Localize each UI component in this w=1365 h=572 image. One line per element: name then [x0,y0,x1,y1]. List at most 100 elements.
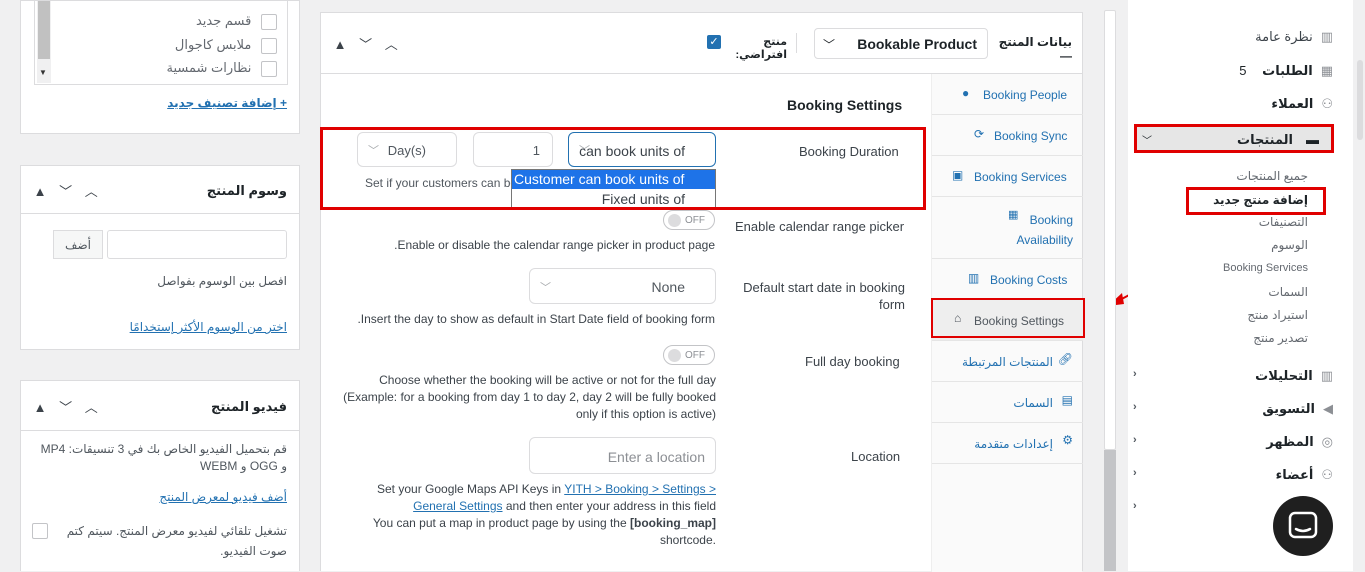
chevron-up-icon[interactable]: ︿ [80,397,102,416]
shortcode: [booking_map] [630,516,716,530]
category-label: نظارات شمسية [166,60,252,75]
admin-menu-scrollbar[interactable] [1355,0,1365,150]
location-input[interactable]: Enter a location [529,437,716,474]
move-up-icon[interactable]: ▲ [29,184,51,199]
product-type-value: Bookable Product [857,36,977,52]
submenu-add-new[interactable]: إضافة منتج جديد [1213,193,1308,207]
menu-label: المظهر [1266,434,1314,449]
move-up-icon[interactable]: ▲ [29,400,51,415]
virtual-label: منتج افتراضي: [735,36,788,61]
chevron-left-icon: ‹ [1133,368,1137,380]
submenu-tags[interactable]: الوسوم [1271,238,1308,252]
submenu-export[interactable]: تصدير منتج [1253,331,1308,345]
menu-marketing[interactable]: ◀ التسويق ‹ [1133,401,1333,417]
menu-label: التحليلات [1255,368,1313,383]
submenu-attributes[interactable]: السمات [1268,285,1308,299]
category-item[interactable]: نظارات شمسية [77,60,277,78]
admin-scrollbar[interactable] [1104,10,1116,450]
category-checkbox[interactable] [261,60,277,77]
tab-attributes[interactable]: ▤ السمات [932,382,1083,423]
grid-icon: ▦ [1320,63,1333,78]
menu-orders[interactable]: ▦ الطلبات 5 [1143,63,1333,79]
chevron-down-icon: ﹀ [1142,136,1152,147]
help-text: You can put a map in product page by usi… [372,516,627,530]
submenu-all-products[interactable]: جميع المنتجات [1236,169,1308,183]
calendar-range-help: Enable or disable the calendar range pic… [394,238,715,252]
tags-hint: افصل بين الوسوم بفواصل [157,274,287,288]
bar-chart-icon: ▥ [968,271,980,285]
tab-booking-availability[interactable]: ▦ Booking Availability [932,197,1083,259]
tags-input[interactable] [107,230,287,259]
orders-count-badge: 5 [1239,63,1247,78]
product-data-header: ▲ ﹀ ︿ ✓ منتج افتراضي: ﹀ Bookable Product… [321,13,1082,74]
category-item[interactable]: ملابس كاجوال [77,37,277,55]
menu-appearance[interactable]: ◎ المظهر ‹ [1133,434,1333,450]
booking-settings-title: Booking Settings [787,97,903,113]
menu-members[interactable]: ⚇ أعضاء ‹ [1133,467,1333,483]
video-desc: قم بتحميل الفيديو الخاص بك في 3 تنسيقات:… [40,442,287,473]
tab-booking-people[interactable]: ● Booking People [932,74,1083,115]
menu-label: نظرة عامة [1255,29,1313,44]
product-type-select[interactable]: ﹀ Bookable Product [814,28,988,59]
product-data-label: بيانات المنتج — [998,35,1072,63]
tab-linked-products[interactable]: 🔗︎ المنتجات المرتبطة [932,341,1083,382]
tab-label: Booking Costs [990,273,1068,287]
default-start-value: None [651,279,685,295]
calendar-range-label: Enable calendar range picker [735,219,905,234]
add-video-link[interactable]: أضف فيديو لمعرض المنتج [159,490,287,504]
product-data-panel: ▲ ﹀ ︿ ✓ منتج افتراضي: ﹀ Bookable Product… [320,12,1083,572]
panel-controls: ▲ ﹀ ︿ [29,181,102,200]
category-item[interactable]: قسم جديد [77,13,277,31]
link-icon: 🔗︎ [1057,352,1073,366]
autoplay-option[interactable]: تشغيل تلقائي لفيديو معرض المنتج. سيتم كت… [32,521,287,561]
chevron-down-icon[interactable]: ﹀ [355,34,377,53]
autoplay-checkbox[interactable] [32,523,48,539]
location-placeholder: Enter a location [607,449,705,465]
tab-booking-costs[interactable]: ▥ Booking Costs [932,259,1083,300]
person-icon: ● [962,86,970,100]
tab-booking-sync[interactable]: ⟳ Booking Sync [932,115,1083,156]
chevron-up-icon[interactable]: ︿ [380,34,402,53]
chat-launcher-button[interactable] [1273,496,1333,556]
default-start-select[interactable]: ﹀ None [529,268,716,304]
tab-label: Booking Availability [1016,213,1073,247]
menu-analytics[interactable]: ▥ التحليلات ‹ [1133,368,1333,384]
calendar-range-toggle[interactable]: OFF [663,210,715,230]
virtual-checkbox[interactable]: ✓ [707,35,721,49]
full-day-help: Choose whether the booking will be activ… [343,373,716,421]
menu-products[interactable]: ﹀ المنتجات ▬ [1134,124,1334,153]
video-panel-header: ▲ ﹀ ︿ فيديو المنتج [21,381,299,431]
location-help: Set your Google Maps API Keys in YITH > … [336,481,716,549]
choose-tags-link[interactable]: اختر من الوسوم الأكثر إستخدامًا [130,320,287,334]
tab-booking-services[interactable]: ▣ Booking Services [932,156,1083,197]
tab-advanced[interactable]: ⚙ إعدادات متقدمة [932,423,1083,464]
submenu-import[interactable]: استيراد منتج [1247,308,1308,322]
move-up-icon[interactable]: ▲ [329,37,351,52]
chevron-down-icon[interactable]: ﹀ [55,181,77,200]
submenu-booking-services[interactable]: Booking Services [1223,262,1308,274]
submenu-categories[interactable]: التصنيفات [1259,215,1308,229]
categories-list: ▼ قسم جديد ملابس كاجوال نظارات شمسية [34,1,288,85]
category-checkbox[interactable] [261,13,277,30]
annotation-box-settings-tab [931,298,1085,338]
chat-icon [1288,511,1318,539]
add-category-link[interactable]: + إضافة تصنيف جديد [167,96,287,110]
chevron-down-icon: ﹀ [540,282,551,294]
add-tag-button[interactable]: أضف [53,230,103,259]
category-scrollbar[interactable]: ▼ [37,1,51,83]
palette-icon: ◎ [1321,434,1333,449]
tags-panel-header: ▲ ﹀ ︿ وسوم المنتج [21,166,299,214]
admin-scrollbar-track [1104,450,1116,571]
full-day-toggle[interactable]: OFF [663,345,715,365]
chevron-down-icon[interactable]: ﹀ [55,397,77,416]
chevron-up-icon[interactable]: ︿ [80,181,102,200]
general-settings-link[interactable]: General Settings [413,499,502,513]
tab-label: السمات [1013,396,1053,410]
settings-link[interactable]: YITH > Booking > Settings > [564,482,716,496]
menu-label: الطلبات [1262,63,1313,78]
menu-overview[interactable]: ▥ نظرة عامة [1143,29,1333,45]
chart-icon: ▥ [1320,368,1333,383]
menu-customers[interactable]: ⚇ العملاء [1143,96,1333,112]
category-checkbox[interactable] [261,37,277,54]
location-label: Location [851,449,901,464]
